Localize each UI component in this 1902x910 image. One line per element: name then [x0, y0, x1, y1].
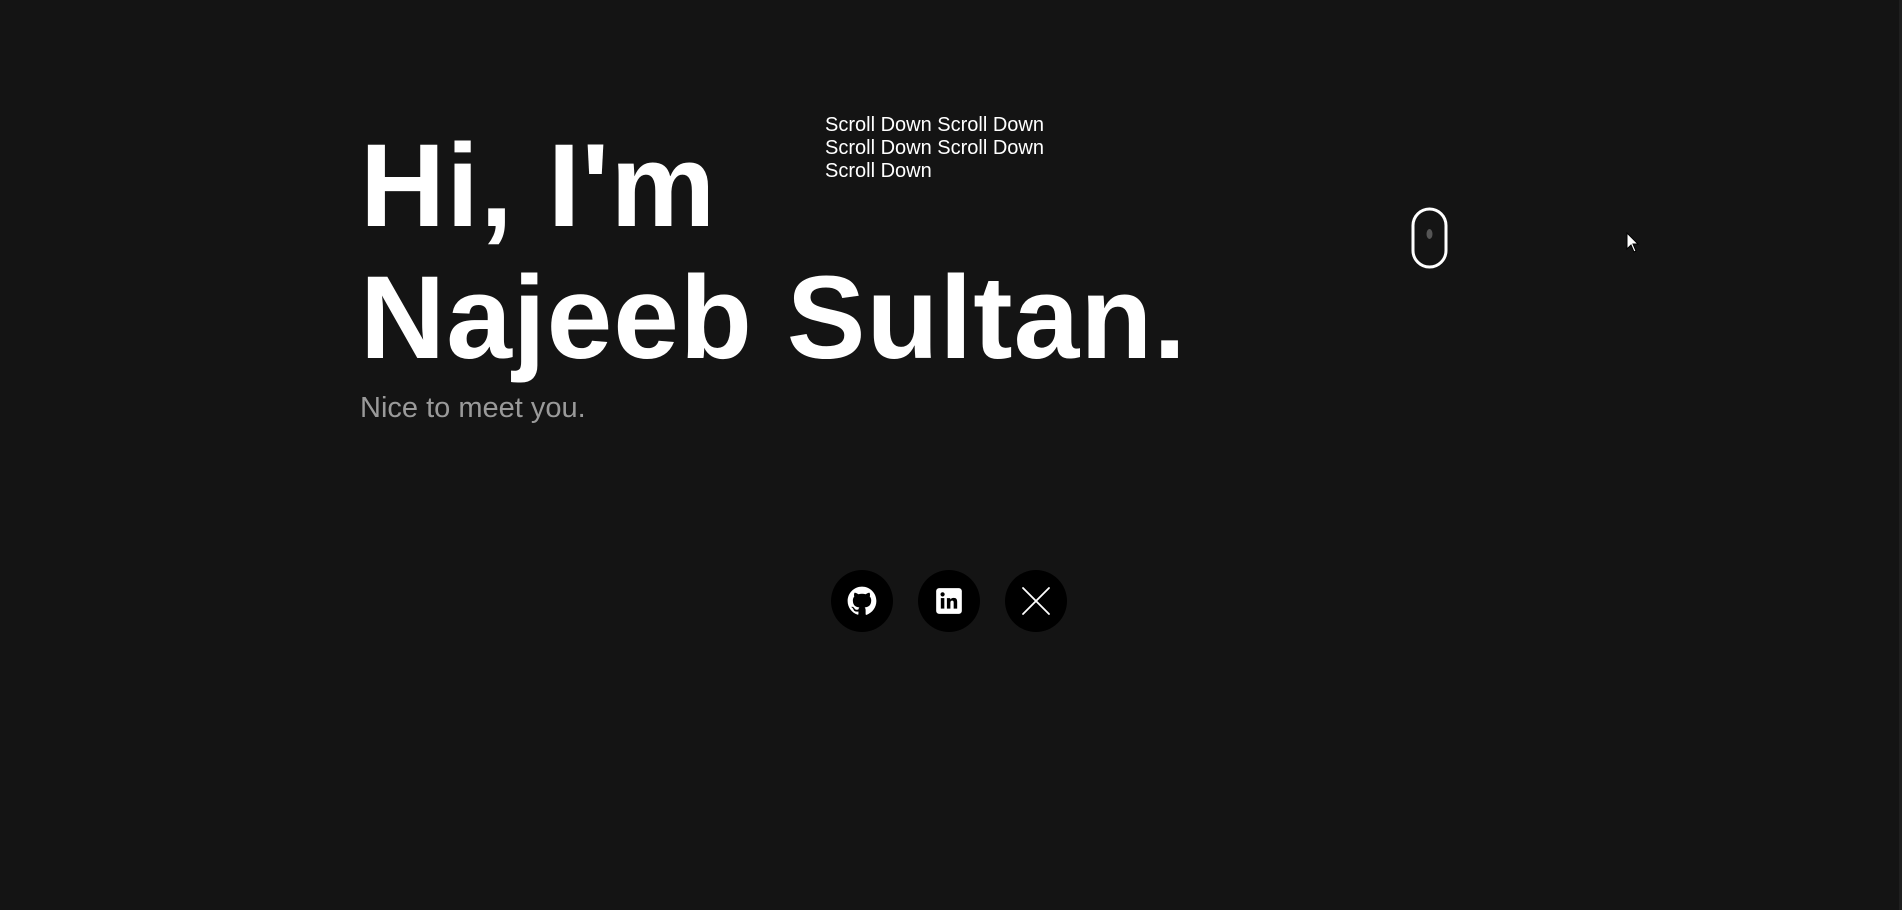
cursor-icon: [1626, 231, 1640, 254]
hero-name: Najeeb Sultan.: [360, 252, 1188, 384]
linkedin-button[interactable]: [918, 570, 980, 632]
page: Hi, I'm Najeeb Sultan. Nice to meet you.…: [0, 0, 1902, 910]
x-icon: [1022, 587, 1050, 615]
linkedin-icon: [936, 588, 962, 614]
x-button[interactable]: [1005, 570, 1067, 632]
github-button[interactable]: [831, 570, 893, 632]
scroll-down-marquee: Scroll Down Scroll Down Scroll Down Scro…: [825, 114, 1044, 182]
social-links: [831, 570, 1067, 632]
github-icon: [847, 586, 877, 615]
mouse-icon[interactable]: [1411, 207, 1448, 269]
hero-subtitle: Nice to meet you.: [360, 392, 586, 424]
